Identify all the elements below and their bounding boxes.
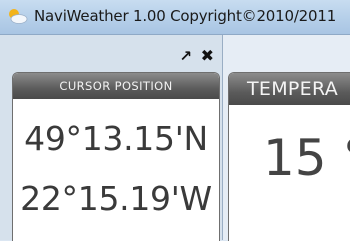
cursor-position-panel: CURSOR POSITION 49°13.15'N 22°15.19'W xyxy=(12,72,220,241)
temperature-header: TEMPERA xyxy=(229,73,350,105)
temperature-value: 15 ° xyxy=(263,129,350,187)
cursor-position-title: CURSOR POSITION xyxy=(59,79,173,93)
longitude-value: 22°15.19'W xyxy=(20,179,212,218)
close-icon[interactable]: ✖ xyxy=(201,47,214,65)
pin-icon[interactable]: ↗ xyxy=(179,47,192,65)
title-bar[interactable]: NaviWeather 1.00 Copyright©2010/2011 xyxy=(0,0,350,35)
cursor-position-header: CURSOR POSITION xyxy=(13,73,219,99)
window-title: NaviWeather 1.00 Copyright©2010/2011 xyxy=(34,7,337,25)
sun-cloud-icon xyxy=(9,9,28,24)
latitude-value: 49°13.15'N xyxy=(24,119,208,158)
temperature-title: TEMPERA xyxy=(247,78,338,100)
temperature-panel: TEMPERA 15 ° xyxy=(228,72,350,241)
